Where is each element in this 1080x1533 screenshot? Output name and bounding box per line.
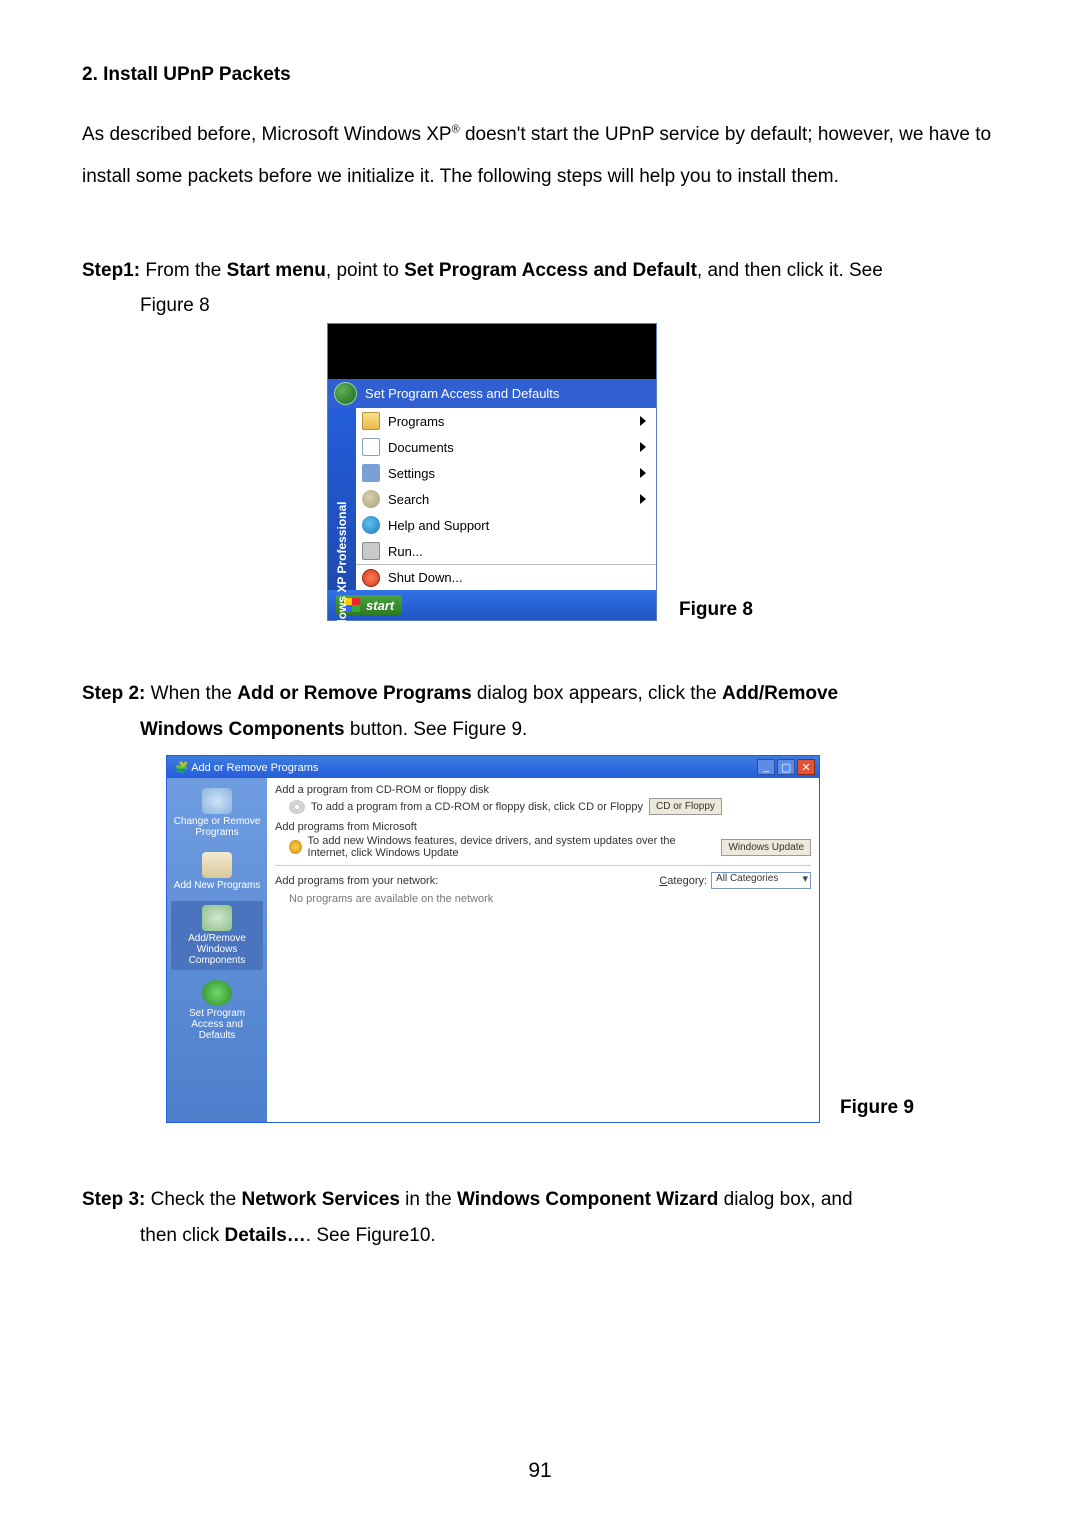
help-icon bbox=[362, 516, 380, 534]
menu-item-settings[interactable]: Settings bbox=[356, 460, 656, 486]
change-remove-icon bbox=[202, 788, 232, 814]
cd-icon bbox=[289, 800, 305, 814]
programs-icon bbox=[362, 412, 380, 430]
run-icon bbox=[362, 542, 380, 560]
arp-sidebar: Change or Remove Programs Add New Progra… bbox=[167, 778, 267, 1122]
empty-message: No programs are available on the network bbox=[289, 893, 811, 905]
section-heading: 2. Install UPnP Packets bbox=[82, 64, 998, 86]
page-number: 91 bbox=[0, 1459, 1080, 1483]
menu-item-shutdown[interactable]: Shut Down... bbox=[356, 564, 656, 590]
shutdown-icon bbox=[362, 569, 380, 587]
step3-line: Step 3: Check the Network Services in th… bbox=[82, 1179, 998, 1221]
windows-components-icon bbox=[202, 905, 232, 931]
windows-update-button[interactable]: Windows Update bbox=[721, 839, 811, 856]
category-dropdown[interactable]: All Categories bbox=[711, 872, 811, 889]
chevron-right-icon bbox=[640, 494, 646, 504]
step2-line: Step 2: When the Add or Remove Programs … bbox=[82, 673, 998, 715]
group1-desc: To add a program from a CD-ROM or floppy… bbox=[311, 801, 643, 813]
defaults-icon bbox=[202, 980, 232, 1006]
close-button[interactable]: ✕ bbox=[797, 759, 815, 775]
figure9-add-remove-dialog: 🧩 Add or Remove Programs _ ▢ ✕ Change or… bbox=[166, 755, 820, 1123]
set-program-access-icon bbox=[334, 382, 357, 405]
cd-floppy-button[interactable]: CD or Floppy bbox=[649, 798, 722, 815]
category-label: Category: bbox=[659, 875, 707, 887]
chevron-right-icon bbox=[640, 468, 646, 478]
chevron-right-icon bbox=[640, 442, 646, 452]
group1-title: Add a program from CD-ROM or floppy disk bbox=[275, 784, 811, 796]
menu-item-run[interactable]: Run... bbox=[356, 538, 656, 564]
dialog-title: Add or Remove Programs bbox=[191, 762, 318, 774]
figure9-label: Figure 9 bbox=[840, 1097, 914, 1119]
arp-main-pane: Add a program from CD-ROM or floppy disk… bbox=[267, 778, 819, 1122]
start-menu-sidebar-label: Windows XP Professional bbox=[335, 502, 349, 649]
figure8-label: Figure 8 bbox=[679, 599, 753, 621]
menu-item-programs[interactable]: Programs bbox=[356, 408, 656, 434]
start-menu-sidebar: Windows XP Professional bbox=[328, 408, 356, 590]
sidebar-change-remove[interactable]: Change or Remove Programs bbox=[171, 784, 263, 842]
start-menu-top-black bbox=[328, 324, 656, 379]
start-menu-highlighted-item[interactable]: Set Program Access and Defaults bbox=[328, 379, 656, 408]
sidebar-add-windows-components[interactable]: Add/Remove Windows Components bbox=[171, 901, 263, 970]
menu-item-documents[interactable]: Documents bbox=[356, 434, 656, 460]
registered-mark: ® bbox=[452, 124, 460, 136]
step1-figref: Figure 8 bbox=[140, 295, 998, 317]
group2-title: Add programs from Microsoft bbox=[275, 821, 811, 833]
settings-icon bbox=[362, 464, 380, 482]
step3-continuation: then click Details…. See Figure10. bbox=[140, 1225, 998, 1247]
sidebar-set-defaults[interactable]: Set Program Access and Defaults bbox=[171, 976, 263, 1045]
step2-continuation: Windows Components button. See Figure 9. bbox=[140, 719, 998, 741]
step1-label: Step1: bbox=[82, 260, 140, 281]
windows-update-icon bbox=[289, 840, 302, 854]
maximize-button[interactable]: ▢ bbox=[777, 759, 795, 775]
dialog-titlebar[interactable]: 🧩 Add or Remove Programs _ ▢ ✕ bbox=[167, 756, 819, 778]
step2-label: Step 2: bbox=[82, 683, 145, 704]
intro-paragraph: As described before, Microsoft Windows X… bbox=[82, 114, 998, 198]
figure8-start-menu: Set Program Access and Defaults Windows … bbox=[327, 323, 657, 621]
search-icon bbox=[362, 490, 380, 508]
menu-item-search[interactable]: Search bbox=[356, 486, 656, 512]
group3-title: Add programs from your network: bbox=[275, 875, 438, 887]
para-part1: As described before, Microsoft Windows X… bbox=[82, 124, 452, 145]
sidebar-add-new[interactable]: Add New Programs bbox=[171, 848, 263, 895]
step3-label: Step 3: bbox=[82, 1189, 145, 1210]
minimize-button[interactable]: _ bbox=[757, 759, 775, 775]
group2-desc: To add new Windows features, device driv… bbox=[308, 835, 716, 859]
taskbar: start bbox=[328, 590, 656, 620]
step1-line: Step1: From the Start menu, point to Set… bbox=[82, 250, 998, 292]
add-new-icon bbox=[202, 852, 232, 878]
documents-icon bbox=[362, 438, 380, 456]
menu-item-help[interactable]: Help and Support bbox=[356, 512, 656, 538]
chevron-right-icon bbox=[640, 416, 646, 426]
highlighted-label: Set Program Access and Defaults bbox=[365, 386, 559, 401]
